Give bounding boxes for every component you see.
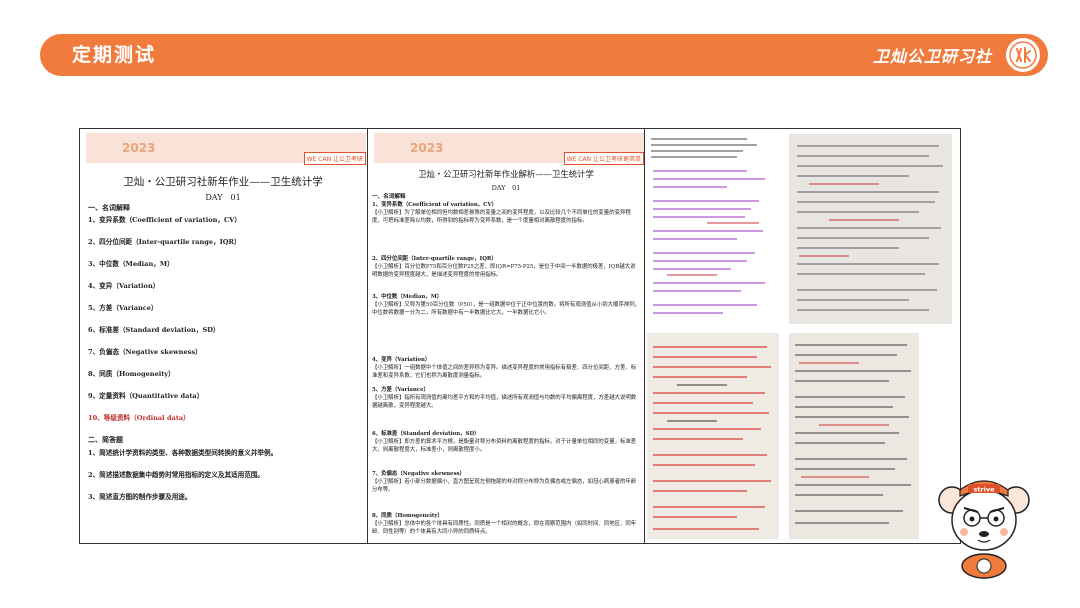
answer-term-heading: 4、变异（Variation） xyxy=(372,357,431,363)
sheet-header: 2023 WE CAN 让公卫考研更简单 xyxy=(374,133,644,165)
answer-explanation: 【小卫解析】指所有观测值的离均差平方和的平均值，描述所有观测值与均数的平均偏离程… xyxy=(372,395,637,409)
term-item: 7、负偏态（Negative skewness） xyxy=(88,348,202,356)
answer-term-heading: 6、标准差（Standard deviation，SD） xyxy=(372,431,480,437)
submission-photo xyxy=(647,131,773,327)
homework-question-sheet: 2023 WE CAN 让公卫考研 卫灿・公卫研习社新年作业——卫生统计学 DA… xyxy=(80,129,366,543)
sheet-day: DAY 01 xyxy=(205,193,241,202)
student-submission-photos xyxy=(644,129,961,543)
term-item: 5、方差（Variance） xyxy=(88,304,158,312)
year-label: 2023 xyxy=(122,141,156,155)
term-item: 6、标准差（Standard deviation，SD） xyxy=(88,326,220,334)
term-item: 2、四分位间距（Inter-quartile range，IQR） xyxy=(88,238,241,246)
submission-photo xyxy=(647,333,779,539)
answer-term-heading: 2、四分位间距（Inter-quartile range，IQR） xyxy=(372,256,497,262)
handwriting-scan-graphic xyxy=(795,344,911,524)
document-frame: 2023 WE CAN 让公卫考研 卫灿・公卫研习社新年作业——卫生统计学 DA… xyxy=(79,128,961,544)
mascot-mouse-icon: strive xyxy=(938,480,1030,579)
submission-photo xyxy=(789,333,919,539)
answer-term-heading: 5、方差（Variance） xyxy=(372,387,429,393)
sheet-title: 卫灿・公卫研习社新年作业——卫生统计学 xyxy=(123,176,323,188)
mascot-illustration: strive xyxy=(938,462,1030,580)
term-item: 8、同质（Homogeneity） xyxy=(88,370,175,378)
svg-text:strive: strive xyxy=(973,486,995,494)
answer-explanation: 【小卫解析】一组数据中个体值之间的差异称为变异。描述变异程度的常用指标有极差、四… xyxy=(372,365,637,379)
term-item: 1、变异系数（Coefficient of variation，CV） xyxy=(88,216,241,224)
submission-photo xyxy=(789,134,952,324)
answer-explanation: 【小卫解析】又称为第50百分位数（P50），是一组数据中位于正中位置的数。将所有… xyxy=(372,302,641,316)
term-item: 9、定量资料（Quantitative data） xyxy=(88,392,204,400)
term-item: 10、等级资料（Ordinal data） xyxy=(88,414,190,422)
brand-logo-icon xyxy=(1004,36,1042,74)
homework-answer-sheet: 2023 WE CAN 让公卫考研更简单 卫灿・公卫研习社新年作业解析——卫生统… xyxy=(367,129,644,543)
year-label: 2023 xyxy=(410,141,444,155)
answer-explanation: 【小卫解析】总体中的各个体具有同质性。同质是一个相对的概念，即在观察范围内（如同… xyxy=(372,521,637,535)
section-terms-heading: 一、名词解释 xyxy=(88,203,130,212)
handwriting-scan-graphic xyxy=(797,145,943,311)
handwriting-scan-graphic xyxy=(653,346,771,530)
answer-term-heading: 3、中位数（Median，M） xyxy=(372,294,443,300)
brand-name: 卫灿公卫研习社 xyxy=(872,47,992,66)
question-item: 1、简述统计学资料的类型、各种数据类型间转换的意义并举例。 xyxy=(88,449,278,457)
slogan-tag: WE CAN 让公卫考研 xyxy=(303,152,366,165)
page-title: 定期测试 xyxy=(72,44,157,66)
section-questions-heading: 二、简答题 xyxy=(88,435,123,444)
answer-explanation: 【小卫解析】为了解单位相同但均数相差悬殊的变量之间的变异程度，以及比较几个不同单… xyxy=(372,210,631,224)
term-item: 3、中位数（Median，M） xyxy=(88,260,174,268)
term-item: 4、变异（Variation） xyxy=(88,282,160,290)
slogan-tag: WE CAN 让公卫考研更简单 xyxy=(563,152,644,165)
section-terms-heading: 一、名词解释 xyxy=(372,194,406,200)
answer-term-heading: 7、负偏态（Negative skewness） xyxy=(372,471,465,477)
question-item: 3、简述直方图的制作步骤及用途。 xyxy=(88,493,192,501)
question-item: 2、简述描述数据集中趋势时常用指标的定义及其适用范围。 xyxy=(88,471,265,479)
answer-term-heading: 8、同质（Homogeneity） xyxy=(372,513,443,519)
sheet-day: DAY 01 xyxy=(491,184,521,192)
sheet-title: 卫灿・公卫研习社新年作业解析——卫生统计学 xyxy=(418,169,594,179)
answer-explanation: 【小卫解析】百分位数P75和百分位数P25之差，即IQR=P75-P25，是位于… xyxy=(372,264,636,278)
answer-explanation: 【小卫解析】即方差的算术平方根，是衡量对称分布资料的离散程度的指标，对于计量单位… xyxy=(372,439,637,453)
handwriting-scan-graphic xyxy=(651,138,765,314)
answer-explanation: 【小卫解析】若小部分数据偏小，直方图呈现左侧拖尾的非对称分布称为负偏态或左偏态，… xyxy=(372,479,637,493)
top-banner: 定期测试 卫灿公卫研习社 xyxy=(40,34,1048,76)
sheet-header: 2023 WE CAN 让公卫考研 xyxy=(86,133,366,165)
answer-term-heading: 1、变异系数（Coefficient of variation，CV） xyxy=(372,202,498,208)
